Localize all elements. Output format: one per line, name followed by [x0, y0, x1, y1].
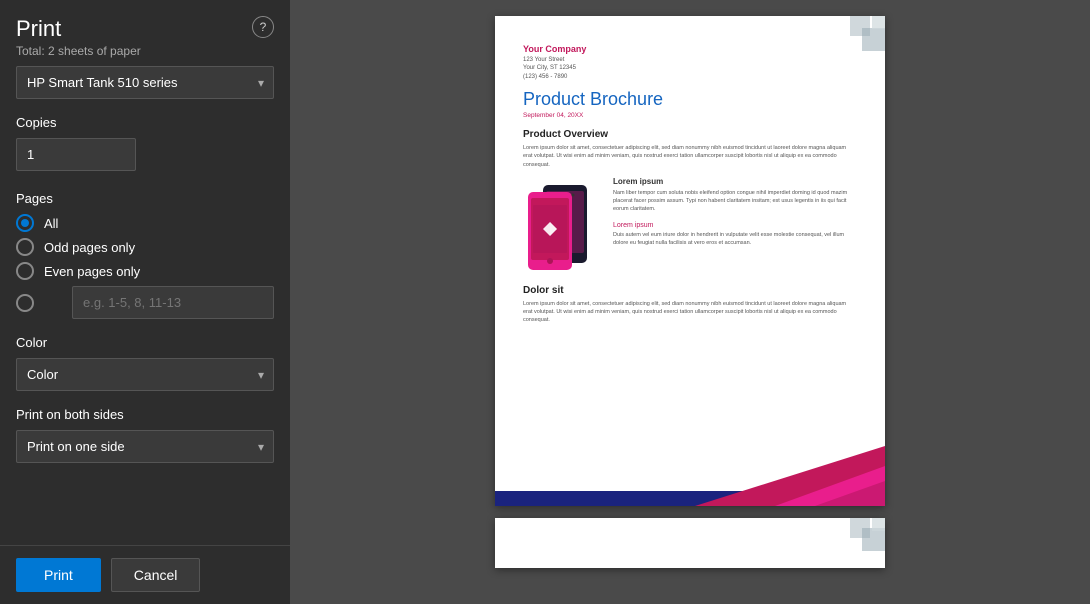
print-title: Print: [16, 16, 141, 42]
title-block: Print Total: 2 sheets of paper: [16, 16, 141, 58]
address-line2: Your City, ST 12345: [523, 65, 576, 71]
lorem-sub: Lorem ipsum: [613, 222, 857, 229]
print-subtitle: Total: 2 sheets of paper: [16, 44, 141, 58]
doc-date: September 04, 20XX: [523, 112, 857, 119]
doc-title: Product Brochure: [523, 89, 857, 110]
lorem-block: Lorem ipsum Nam liber tempor cum soluta …: [613, 177, 857, 277]
sides-section: Print on both sides Print on one side Pr…: [16, 407, 274, 463]
address-line3: (123) 456 - 7890: [523, 74, 567, 80]
bottom-buttons: Print Cancel: [0, 545, 290, 604]
phone-graphic: [523, 177, 603, 277]
print-button[interactable]: Print: [16, 558, 101, 592]
sides-label: Print on both sides: [16, 407, 274, 422]
header-graphic: [820, 16, 885, 81]
copies-input[interactable]: [16, 138, 136, 171]
pages-section: Pages All Odd pages only Even pages only: [16, 191, 274, 319]
dolor-section: Dolor sit Lorem ipsum dolor sit amet, co…: [523, 285, 857, 325]
company-name: Your Company: [523, 44, 586, 54]
lorem-body: Nam liber tempor cum soluta nobis eleife…: [613, 189, 857, 214]
color-label: Color: [16, 335, 274, 350]
preview-panel: Your Company 123 Your Street Your City, …: [290, 0, 1090, 604]
color-section: Color Color Black & White ▾: [16, 335, 274, 391]
dolor-body: Lorem ipsum dolor sit amet, consectetuer…: [523, 300, 857, 325]
section1-heading: Product Overview: [523, 129, 857, 140]
radio-custom-indicator: [16, 294, 34, 312]
radio-all[interactable]: All: [16, 214, 274, 232]
pages-custom-input[interactable]: [72, 286, 274, 319]
color-select-wrapper: Color Black & White ▾: [16, 358, 274, 391]
lorem-sub-body: Duis autem vel eum iriure dolor in hendr…: [613, 231, 857, 248]
print-panel: Print Total: 2 sheets of paper ? HP Smar…: [0, 0, 290, 604]
page2-header-shapes: [820, 518, 885, 568]
sides-select[interactable]: Print on one side Print on both sides - …: [16, 430, 274, 463]
radio-custom[interactable]: [16, 286, 274, 319]
dolor-heading: Dolor sit: [523, 285, 857, 296]
printer-select[interactable]: HP Smart Tank 510 series: [16, 66, 274, 99]
scroll-content: HP Smart Tank 510 series ▾ Copies Pages …: [0, 66, 290, 545]
sides-select-wrapper: Print on one side Print on both sides - …: [16, 430, 274, 463]
radio-odd-indicator: [16, 238, 34, 256]
color-select[interactable]: Color Black & White: [16, 358, 274, 391]
page-footer: [495, 436, 885, 506]
radio-even-indicator: [16, 262, 34, 280]
printer-select-wrapper: HP Smart Tank 510 series ▾: [16, 66, 274, 99]
address-line1: 123 Your Street: [523, 57, 564, 63]
lorem-heading: Lorem ipsum: [613, 177, 857, 186]
pages-label: Pages: [16, 191, 274, 206]
radio-all-indicator: [16, 214, 34, 232]
preview-page-1: Your Company 123 Your Street Your City, …: [495, 16, 885, 506]
footer-gradient-svg: [495, 436, 885, 506]
company-address: 123 Your Street Your City, ST 12345 (123…: [523, 56, 586, 81]
section1-body: Lorem ipsum dolor sit amet, consectetuer…: [523, 144, 857, 169]
radio-even[interactable]: Even pages only: [16, 262, 274, 280]
radio-odd-label: Odd pages only: [44, 240, 135, 255]
cancel-button[interactable]: Cancel: [111, 558, 201, 592]
company-block: Your Company 123 Your Street Your City, …: [523, 44, 586, 81]
page-header-section: Your Company 123 Your Street Your City, …: [523, 44, 857, 81]
radio-even-label: Even pages only: [44, 264, 140, 279]
copies-label: Copies: [16, 115, 274, 130]
radio-all-label: All: [44, 216, 58, 231]
preview-page-2: [495, 518, 885, 568]
radio-odd[interactable]: Odd pages only: [16, 238, 274, 256]
panel-header: Print Total: 2 sheets of paper ?: [0, 0, 290, 66]
product-row: Lorem ipsum Nam liber tempor cum soluta …: [523, 177, 857, 277]
help-button[interactable]: ?: [252, 16, 274, 38]
